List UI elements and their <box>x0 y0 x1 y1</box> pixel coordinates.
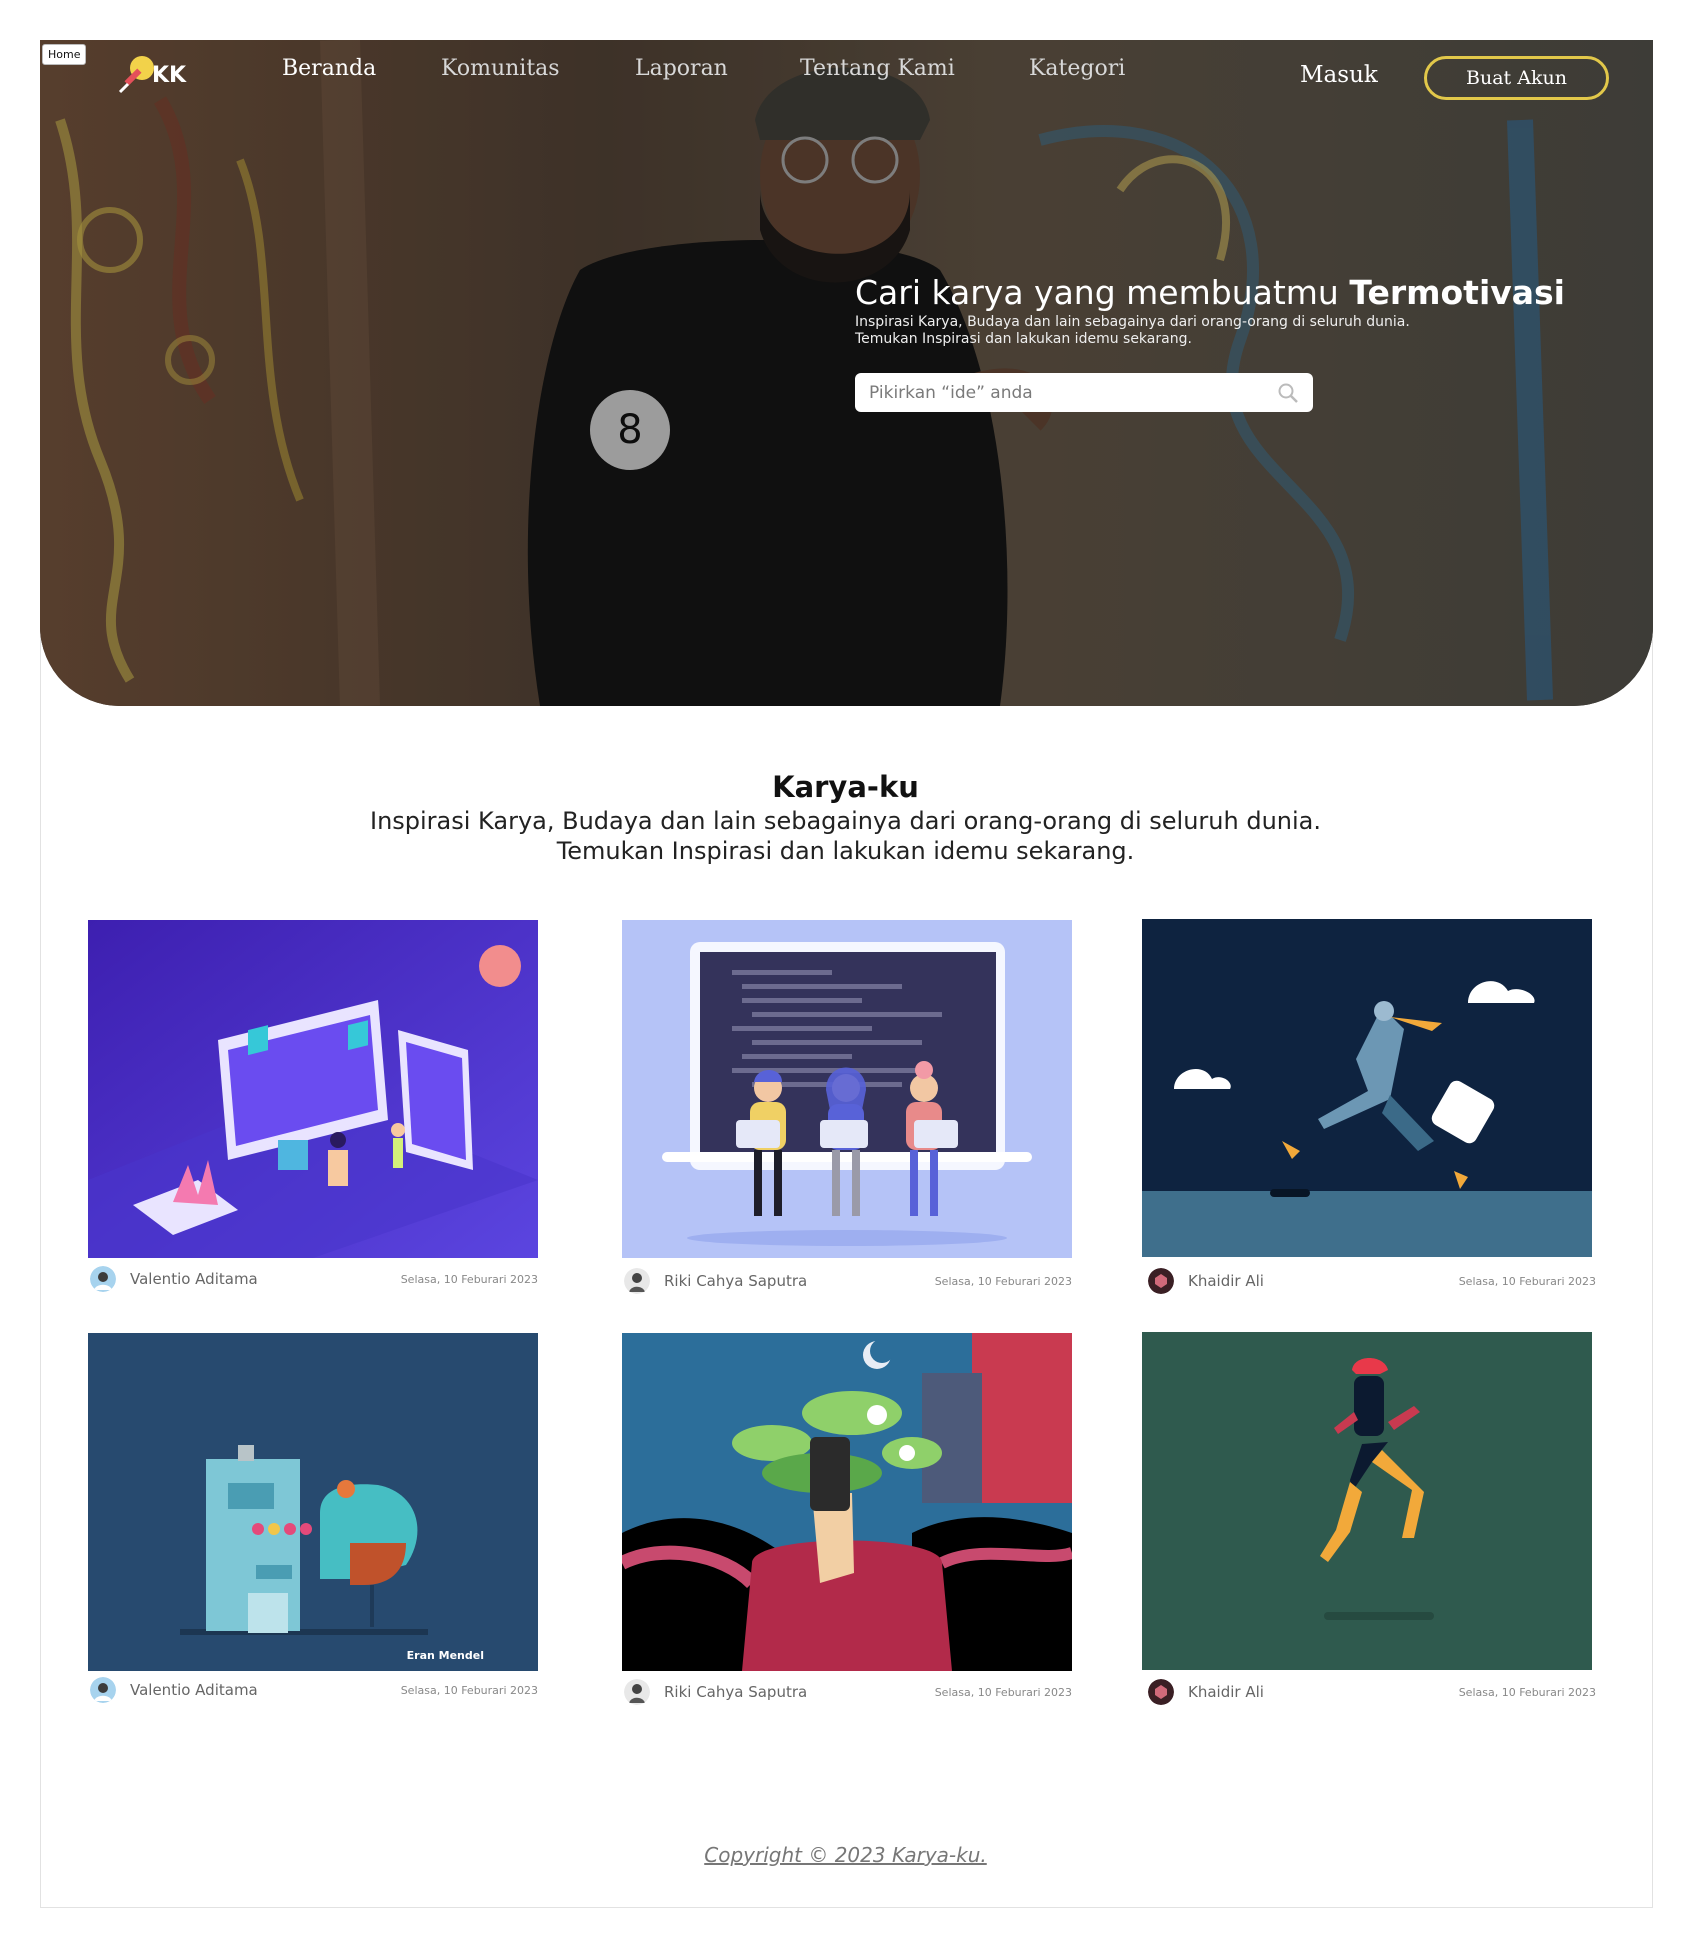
artwork-meta: Khaidir Ali Selasa, 10 Feburari 2023 <box>1146 1677 1596 1707</box>
nav-kategori[interactable]: Kategori <box>1029 56 1125 81</box>
search-icon[interactable] <box>1277 382 1299 404</box>
author-name[interactable]: Valentio Aditama <box>130 1681 258 1699</box>
artwork-meta: Riki Cahya Saputra Selasa, 10 Feburari 2… <box>622 1266 1072 1296</box>
artwork-card[interactable]: Eran Mendel <box>88 1333 538 1671</box>
artwork-meta: Valentio Aditama Selasa, 10 Feburari 202… <box>88 1675 538 1705</box>
post-date: Selasa, 10 Feburari 2023 <box>934 1274 1072 1288</box>
search-bar <box>855 373 1313 412</box>
section-subtitle-line2: Temukan Inspirasi dan lakukan idemu seka… <box>556 837 1135 865</box>
author-name[interactable]: Khaidir Ali <box>1188 1272 1264 1290</box>
phone-nature-head-illustration <box>622 1333 1072 1671</box>
nav-beranda[interactable]: Beranda <box>282 56 376 81</box>
artwork-signature: Eran Mendel <box>407 1649 484 1662</box>
running-delivery-man-illustration <box>1142 919 1592 1257</box>
post-date: Selasa, 10 Feburari 2023 <box>1458 1274 1596 1288</box>
hero-title-emphasis: Termotivasi <box>1349 273 1565 312</box>
jumping-figure-illustration <box>1142 1332 1592 1670</box>
login-link[interactable]: Masuk <box>1300 62 1378 88</box>
artwork-meta: Khaidir Ali Selasa, 10 Feburari 2023 <box>1146 1266 1596 1296</box>
artwork-meta: Valentio Aditama Selasa, 10 Feburari 202… <box>88 1264 538 1294</box>
nav-laporan[interactable]: Laporan <box>635 56 728 81</box>
frame-label: Home <box>42 44 87 65</box>
artwork-card[interactable] <box>622 1333 1072 1671</box>
hero-subtitle: Inspirasi Karya, Budaya dan lain sebagai… <box>855 314 1455 348</box>
author-name[interactable]: Khaidir Ali <box>1188 1683 1264 1701</box>
slot-machine-illustration: Eran Mendel <box>88 1333 538 1671</box>
hero-title-prefix: Cari karya yang membuatmu <box>855 273 1350 312</box>
author-avatar[interactable] <box>624 1679 650 1705</box>
author-avatar[interactable] <box>624 1268 650 1294</box>
hero-subtitle-line2: Temukan Inspirasi dan lakukan idemu seka… <box>855 331 1192 347</box>
isometric-dashboard-illustration <box>88 920 538 1258</box>
author-name[interactable]: Riki Cahya Saputra <box>664 1683 807 1701</box>
post-date: Selasa, 10 Feburari 2023 <box>400 1683 538 1697</box>
artwork-card[interactable] <box>1142 919 1592 1257</box>
author-avatar[interactable] <box>90 1266 116 1292</box>
section-title: Karya-ku <box>772 770 919 804</box>
copyright-link[interactable]: Copyright © 2023 Karya-ku. <box>0 1843 1691 1867</box>
author-avatar[interactable] <box>1148 1268 1174 1294</box>
artwork-card[interactable] <box>88 920 538 1258</box>
artwork-meta: Riki Cahya Saputra Selasa, 10 Feburari 2… <box>622 1677 1072 1707</box>
section-subtitle: Inspirasi Karya, Budaya dan lain sebagai… <box>0 806 1691 866</box>
author-avatar[interactable] <box>90 1677 116 1703</box>
author-name[interactable]: Riki Cahya Saputra <box>664 1272 807 1290</box>
search-input[interactable] <box>855 382 1255 403</box>
register-button[interactable]: Buat Akun <box>1424 56 1609 100</box>
nav-komunitas[interactable]: Komunitas <box>441 56 560 81</box>
artwork-card[interactable] <box>1142 1332 1592 1670</box>
section-subtitle-line1: Inspirasi Karya, Budaya dan lain sebagai… <box>369 807 1322 835</box>
hero-banner: 8 <box>40 40 1653 706</box>
post-date: Selasa, 10 Feburari 2023 <box>1458 1685 1596 1699</box>
artwork-card[interactable] <box>622 920 1072 1258</box>
nav-tentang-kami[interactable]: Tentang Kami <box>800 56 955 81</box>
hero-overlay <box>40 40 1653 706</box>
post-date: Selasa, 10 Feburari 2023 <box>400 1272 538 1286</box>
post-date: Selasa, 10 Feburari 2023 <box>934 1685 1072 1699</box>
hero-title: Cari karya yang membuatmu Termotivasi <box>855 273 1565 312</box>
coders-on-bench-illustration <box>622 920 1072 1258</box>
hero-subtitle-line1: Inspirasi Karya, Budaya dan lain sebagai… <box>855 314 1410 330</box>
author-avatar[interactable] <box>1148 1679 1174 1705</box>
author-name[interactable]: Valentio Aditama <box>130 1270 258 1288</box>
